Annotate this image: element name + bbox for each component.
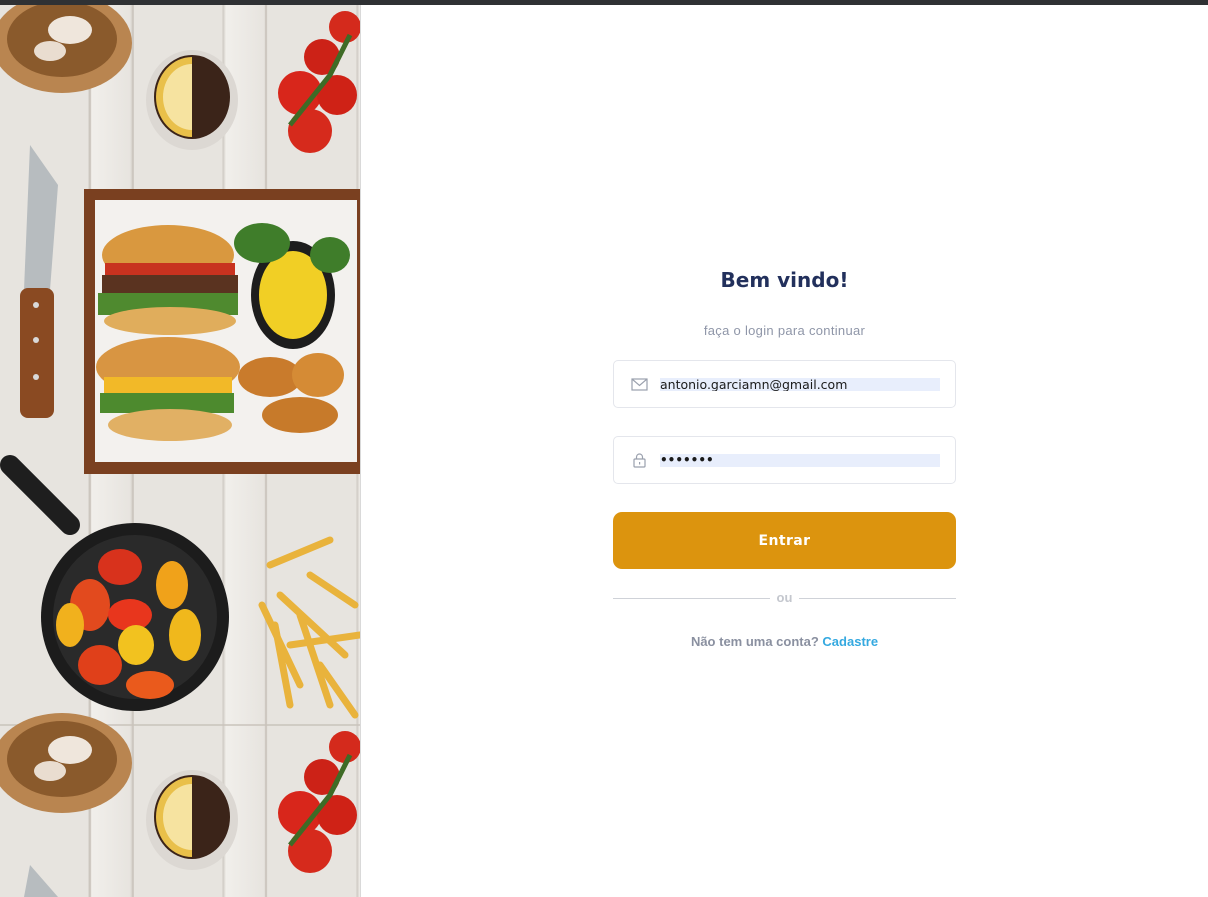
garlic-bowl: [0, 5, 132, 93]
login-button[interactable]: Entrar: [613, 512, 956, 569]
divider-line-left: [613, 598, 770, 599]
mail-icon: [631, 378, 648, 391]
email-input[interactable]: antonio.garciamn@gmail.com: [660, 378, 940, 391]
knife: [20, 145, 58, 418]
food-photo: [0, 5, 361, 897]
login-subtitle: faça o login para continuar: [703, 323, 866, 338]
cherry-tomatoes: [278, 11, 360, 153]
signup-prompt: Não tem uma conta? Cadastre: [613, 634, 956, 650]
food-illustration: [0, 5, 360, 897]
cola-glass: [146, 50, 238, 150]
french-fries: [258, 536, 360, 719]
signup-link[interactable]: Cadastre: [822, 634, 878, 649]
divider-line-right: [799, 598, 956, 599]
password-field[interactable]: •••••••: [613, 436, 956, 484]
burger-tray: [84, 189, 360, 474]
garlic-bowl-repeat: [0, 713, 132, 813]
email-field[interactable]: antonio.garciamn@gmail.com: [613, 360, 956, 408]
pepper-pan: [0, 455, 229, 711]
divider-text: ou: [776, 590, 793, 605]
or-divider: ou: [613, 588, 956, 608]
welcome-title: Bem vindo!: [720, 268, 849, 292]
cherry-tomatoes-repeat: [278, 731, 360, 873]
password-input[interactable]: •••••••: [660, 454, 940, 467]
login-panel: Bem vindo! faça o login para continuar a…: [613, 262, 956, 650]
signup-question: Não tem uma conta?: [690, 634, 819, 649]
cola-glass-repeat: [146, 770, 238, 870]
lock-icon: [633, 453, 646, 468]
